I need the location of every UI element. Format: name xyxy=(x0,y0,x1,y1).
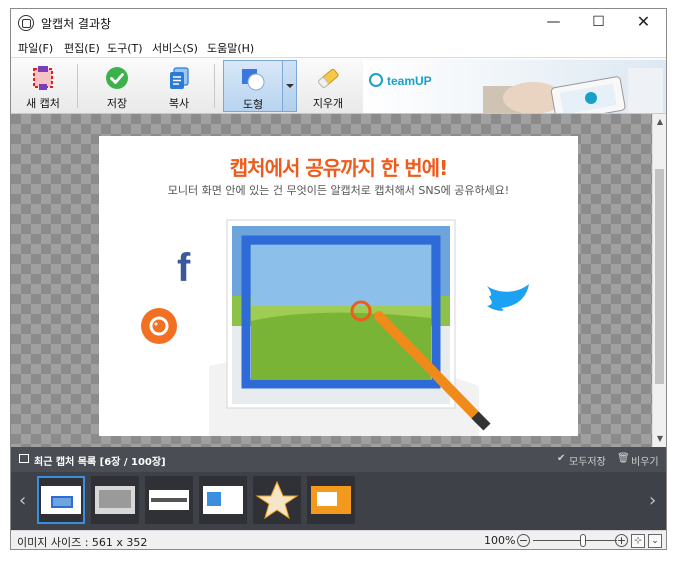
scroll-up-arrow-icon[interactable]: ▲ xyxy=(653,115,666,129)
menu-services[interactable]: 서비스(S) xyxy=(152,40,198,56)
capture-result-window: 알캡처 결과창 — ☐ ✕ 파일(F) 편집(E) 도구(T) 서비스(S) 도… xyxy=(10,8,667,550)
teamup-logo-icon xyxy=(369,73,383,87)
image-canvas[interactable]: f 캡처에서 공유까지 한 번에! 모니터 화면 안에 있는 건 무엇이든 알캡… xyxy=(11,114,652,447)
window-title: 알캡처 결과창 xyxy=(41,17,112,31)
clear-button[interactable]: 비우기 xyxy=(631,453,659,468)
captured-headline: 캡처에서 공유까지 한 번에! xyxy=(229,156,448,180)
shape-label: 도형 xyxy=(242,98,264,111)
eraser-icon xyxy=(318,68,339,88)
thumbnail-1[interactable] xyxy=(37,476,85,524)
save-icon xyxy=(106,67,128,89)
maximize-button[interactable]: ☐ xyxy=(576,9,621,37)
teamup-ad-banner[interactable]: teamUP xyxy=(363,60,666,113)
fit-to-window-icon[interactable]: ⊹ xyxy=(631,534,645,548)
toolbar-separator xyxy=(214,64,215,108)
new-capture-icon xyxy=(33,66,53,90)
captured-subtitle: 모니터 화면 안에 있는 건 무엇이든 알캡처로 캡처해서 SNS에 공유하세요… xyxy=(167,184,510,197)
new-capture-label: 새 캡처 xyxy=(26,97,60,110)
recent-list-icon xyxy=(19,454,29,463)
app-logo-icon xyxy=(18,15,34,31)
shape-button[interactable]: 도형 xyxy=(223,60,283,112)
shape-dropdown-arrow[interactable] xyxy=(283,60,297,112)
copy-label: 복사 xyxy=(168,97,190,110)
zoom-out-button[interactable]: − xyxy=(517,534,530,547)
recent-captures-title: 최근 캡처 목록 [6장 / 100장] xyxy=(34,457,166,468)
zoom-slider-track[interactable] xyxy=(533,540,617,541)
menu-edit[interactable]: 편집(E) xyxy=(64,40,100,56)
save-all-button[interactable]: 모두저장 xyxy=(569,453,606,468)
facebook-icon: f xyxy=(177,246,191,290)
thumbnail-4[interactable] xyxy=(199,476,247,524)
menu-help[interactable]: 도움말(H) xyxy=(207,40,254,56)
eraser-label: 지우개 xyxy=(312,97,344,110)
save-button[interactable]: 저장 xyxy=(89,60,145,112)
zoom-level: 100% xyxy=(484,534,516,547)
menu-file[interactable]: 파일(F) xyxy=(18,40,53,56)
thumbnail-2[interactable] xyxy=(91,476,139,524)
menu-bar: 파일(F) 편집(E) 도구(T) 서비스(S) 도움말(H) xyxy=(11,37,666,57)
teamup-logo-text: teamUP xyxy=(387,74,432,88)
copy-button[interactable]: 복사 xyxy=(151,60,207,112)
eraser-button[interactable]: 지우개 xyxy=(303,60,353,112)
title-bar[interactable]: 알캡처 결과창 — ☐ ✕ xyxy=(11,9,666,37)
more-options-chevron-icon[interactable]: ⌄ xyxy=(648,534,662,548)
save-all-check-icon: ✔ xyxy=(557,453,566,464)
tablet-illustration xyxy=(483,68,663,113)
copy-icon xyxy=(170,67,189,89)
image-size-readout: 이미지 사이즈 : 561 x 352 xyxy=(17,536,148,549)
vertical-scrollbar[interactable]: ▲ ▼ xyxy=(652,114,666,447)
menu-tools[interactable]: 도구(T) xyxy=(107,40,143,56)
thumbnail-6[interactable] xyxy=(307,476,355,524)
scroll-down-arrow-icon[interactable]: ▼ xyxy=(653,432,666,446)
close-button[interactable]: ✕ xyxy=(621,9,666,37)
recent-captures-strip: ‹ › xyxy=(11,472,666,530)
minimize-button[interactable]: — xyxy=(531,9,576,37)
status-bar: 이미지 사이즈 : 561 x 352 100% − + ⊹ ⌄ xyxy=(11,530,666,549)
recent-captures-header: 최근 캡처 목록 [6장 / 100장] ✔ 모두저장 🗑 비우기 xyxy=(11,447,666,472)
toolbar-separator xyxy=(77,64,78,108)
trash-icon: 🗑 xyxy=(617,453,630,464)
scrollbar-thumb[interactable] xyxy=(655,169,664,384)
new-capture-button[interactable]: 새 캡처 xyxy=(15,60,71,112)
next-arrow-icon[interactable]: › xyxy=(649,490,656,511)
kakao-story-icon xyxy=(141,308,177,344)
prev-arrow-icon[interactable]: ‹ xyxy=(19,490,26,511)
save-label: 저장 xyxy=(106,97,128,110)
zoom-slider-thumb[interactable] xyxy=(580,534,587,547)
thumbnail-5[interactable] xyxy=(253,476,301,524)
captured-illustration: f xyxy=(99,136,578,436)
toolbar: 새 캡처 저장 복사 도형 지우개 teamUP xyxy=(11,57,666,114)
thumbnail-3[interactable] xyxy=(145,476,193,524)
captured-image: f 캡처에서 공유까지 한 번에! 모니터 화면 안에 있는 건 무엇이든 알캡… xyxy=(99,136,578,436)
shape-icon xyxy=(242,69,265,91)
zoom-in-button[interactable]: + xyxy=(615,534,628,547)
